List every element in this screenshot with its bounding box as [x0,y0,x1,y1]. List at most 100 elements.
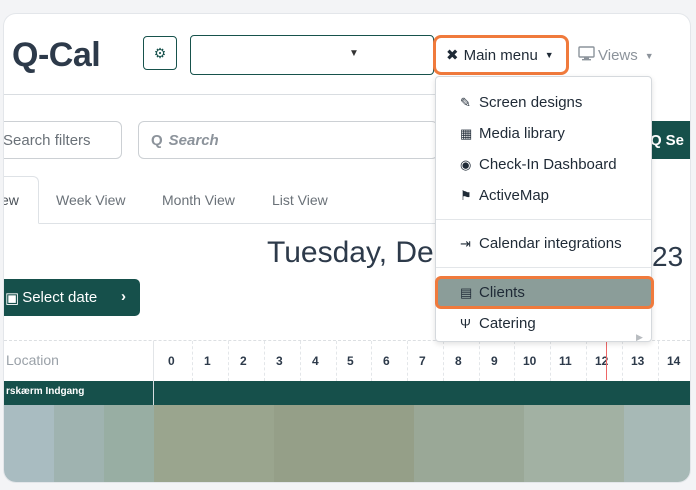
search-button-label: Se [665,131,685,149]
date-title: Tuesday, De [267,236,434,269]
booking-block[interactable] [54,405,104,482]
tab-month-view[interactable]: Month View [162,176,235,224]
hour-label: 11 [559,354,572,368]
search-filters-button[interactable]: Search filters [4,121,122,159]
column-divider [153,341,154,381]
menu-item-activemap[interactable]: ⚑ ActiveMap [460,187,549,204]
booking-block[interactable] [624,405,690,482]
hour-divider [371,341,372,381]
tab-list-view[interactable]: List View [272,176,328,224]
view-tabs: ew Week View Month View List View [4,176,444,224]
booking-block[interactable] [414,405,524,482]
current-time-indicator [606,340,607,380]
select-date-label: Select date [22,289,98,306]
hour-label: 0 [168,354,175,368]
hour-label: 1 [204,354,211,368]
date-title-tail: 23 [652,241,684,272]
hour-divider [300,341,301,381]
menu-item-clients[interactable]: ▤ Clients [435,276,654,309]
booking-block[interactable] [4,405,54,482]
map-marked-icon: ⚑ [460,187,472,203]
hour-label: 6 [383,354,390,368]
tab-week-view[interactable]: Week View [56,176,126,224]
hour-label: 9 [491,354,498,368]
file-export-icon: ⇥ [460,235,471,251]
tab-day-view[interactable]: ew [4,176,39,224]
hour-label: 7 [419,354,426,368]
menu-item-label: Check-In Dashboard [479,156,617,173]
photo-video-icon: ▦ [460,125,473,141]
cogs-icon: ⚙ [153,44,167,61]
main-menu-button[interactable]: ✖ Main menu ▼ [433,35,569,75]
department-select[interactable]: ▼ [190,35,434,75]
select-date-button[interactable]: ▣ Select date › [4,279,140,316]
tools-icon: ✖ [446,47,459,64]
caret-down-icon: ▼ [544,50,554,60]
menu-item-catering[interactable]: Ψ Catering [460,315,536,332]
menu-item-media-library[interactable]: ▦ Media library [460,125,565,142]
hour-label: 14 [667,354,681,368]
search-filters-label: Search filters [4,131,91,149]
booking-block[interactable] [274,405,414,482]
hour-divider [443,341,444,381]
app-logo: Q-Cal [12,36,101,74]
hour-divider [479,341,480,381]
booking-block[interactable] [104,405,154,482]
settings-button[interactable]: ⚙ [143,36,177,70]
hour-divider [658,341,659,381]
menu-item-label: Clients [479,284,525,301]
views-label: Views [598,47,638,64]
desktop-icon [578,46,595,65]
menu-item-screen-designs[interactable]: ✎ Screen designs [460,94,582,111]
column-divider [153,381,154,405]
menu-item-label: Calendar integrations [479,235,622,252]
chevron-down-icon: ▼ [349,48,359,59]
hour-label: 5 [347,354,354,368]
app-window: Q-Cal ⚙ ▼ ✖ Main menu ▼ Views ▼ Search f… [4,14,690,482]
hour-divider [622,341,623,381]
hour-label: 13 [631,354,645,368]
search-input[interactable]: Q Search [138,121,438,159]
resource-row-header[interactable]: rskærm Indgang [4,381,690,405]
calendar-icon: ▣ [5,289,20,307]
hour-label: 4 [312,354,319,368]
hour-divider [192,341,193,381]
menu-item-check-in-dashboard[interactable]: ◉ Check-In Dashboard [460,156,617,173]
timeline-header: Location 0 1 2 3 4 5 6 7 8 9 10 11 12 13… [4,340,690,381]
menu-item-label: ActiveMap [479,187,550,204]
location-column-header: Location [6,352,59,368]
hour-label: 3 [276,354,283,368]
booking-block[interactable] [154,405,274,482]
menu-item-label: Media library [479,125,565,142]
hour-divider [514,341,515,381]
hour-label: 8 [455,354,462,368]
search-icon: Q [151,131,163,149]
pencil-ruler-icon: ✎ [460,94,471,110]
main-menu-label: Main menu [463,46,538,64]
resource-name: rskærm Indgang [6,386,85,397]
menu-item-label: Screen designs [479,94,583,111]
menu-item-calendar-integrations[interactable]: ⇥ Calendar integrations [460,235,622,252]
hour-divider [550,341,551,381]
hour-divider [336,341,337,381]
caret-right-icon: ▶ [636,332,643,342]
hour-label: 2 [240,354,247,368]
caret-down-icon: ▼ [644,50,654,61]
menu-item-clients-content: ▤ Clients [460,284,525,301]
views-dropdown[interactable]: Views ▼ [578,46,654,65]
address-book-icon: ▤ [460,284,473,300]
search-placeholder: Search [168,131,219,149]
booking-block[interactable] [524,405,624,482]
hour-divider [228,341,229,381]
hour-divider [264,341,265,381]
utensils-icon: Ψ [460,316,471,331]
hour-divider [586,341,587,381]
menu-item-label: Catering [479,315,536,332]
menu-divider [436,219,651,220]
header-divider [4,94,444,95]
menu-divider [436,267,651,268]
hour-label: 10 [523,354,537,368]
tachometer-icon: ◉ [460,156,472,172]
hour-divider [407,341,408,381]
chevron-right-icon: › [121,288,126,305]
